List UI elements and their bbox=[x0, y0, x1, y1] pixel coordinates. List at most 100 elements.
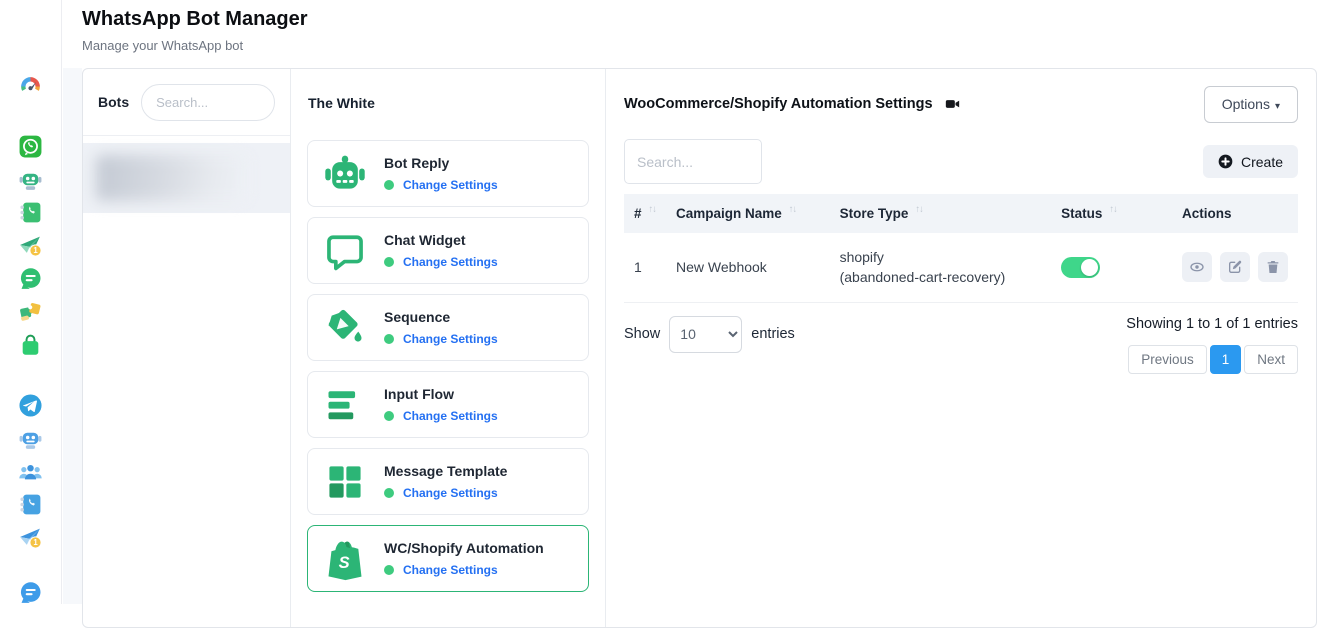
view-icon bbox=[1189, 259, 1205, 275]
menu-item-label: Bot Reply bbox=[384, 155, 498, 171]
show-label: Show bbox=[624, 326, 660, 342]
change-settings-link[interactable]: Change Settings bbox=[403, 563, 498, 577]
team-icon-blue[interactable] bbox=[18, 459, 43, 484]
automation-title-wrap: WooCommerce/Shopify Automation Settings bbox=[624, 96, 962, 112]
menu-item-wc-shopify-automation[interactable]: S WC/Shopify Automation Change Settings bbox=[307, 525, 589, 592]
shop-bag-icon-green[interactable] bbox=[18, 332, 43, 357]
change-settings-link[interactable]: Change Settings bbox=[403, 409, 498, 423]
menu-item-label: WC/Shopify Automation bbox=[384, 540, 544, 556]
row-index: 1 bbox=[624, 233, 666, 302]
store-type-cell: shopify(abandoned-cart-recovery) bbox=[830, 233, 1052, 302]
column-header-campaign-name[interactable]: Campaign Name↑↓ bbox=[666, 194, 830, 233]
status-toggle[interactable] bbox=[1061, 257, 1100, 278]
menu-item-input-flow[interactable]: Input Flow Change Settings bbox=[307, 371, 589, 438]
create-button[interactable]: Create bbox=[1203, 145, 1298, 178]
menu-item-status: Change Settings bbox=[384, 409, 498, 423]
change-settings-link[interactable]: Change Settings bbox=[403, 486, 498, 500]
menu-item-message-template[interactable]: Message TemplateChange Settings bbox=[307, 448, 589, 515]
telegram-icon[interactable] bbox=[18, 393, 43, 418]
bot-menu-list: Bot Reply Change Settings Chat Widget Chang… bbox=[291, 136, 605, 608]
menu-item-chat-widget[interactable]: Chat Widget Change Settings bbox=[307, 217, 589, 284]
column-header-store-type[interactable]: Store Type↑↓ bbox=[830, 194, 1052, 233]
previous-page-button[interactable]: Previous bbox=[1128, 345, 1207, 374]
table-footer: Show 10 entries Showing 1 to 1 of 1 entr… bbox=[624, 316, 1298, 374]
campaign-name-cell: New Webhook bbox=[666, 233, 830, 302]
bots-column: Bots bbox=[83, 69, 291, 627]
dashboard-gauge-icon[interactable] bbox=[18, 73, 43, 98]
change-settings-link[interactable]: Change Settings bbox=[403, 255, 498, 269]
entries-label: entries bbox=[751, 326, 795, 342]
whatsapp-icon[interactable] bbox=[18, 134, 43, 159]
chevron-down-icon: ▾ bbox=[1275, 101, 1280, 112]
app-icon-sidebar: 11 bbox=[0, 0, 62, 604]
input-flow-icon bbox=[323, 383, 367, 427]
contacts-book-icon-blue[interactable] bbox=[18, 492, 43, 517]
automation-settings-pane: WooCommerce/Shopify Automation Settings … bbox=[606, 69, 1316, 627]
bot-icon-green[interactable] bbox=[18, 167, 43, 192]
broadcast-sender-icon-green[interactable]: 1 bbox=[18, 233, 43, 258]
broadcast-sender-icon-blue[interactable]: 1 bbox=[18, 525, 43, 550]
automation-header: WooCommerce/Shopify Automation Settings … bbox=[624, 85, 1298, 123]
status-cell bbox=[1051, 233, 1172, 302]
sort-arrows-icon: ↑↓ bbox=[649, 204, 657, 215]
options-button[interactable]: Options▾ bbox=[1204, 86, 1298, 123]
status-dot-icon bbox=[384, 411, 394, 421]
table-row: 1New Webhookshopify(abandoned-cart-recov… bbox=[624, 233, 1298, 302]
bot-list-item[interactable] bbox=[83, 143, 290, 213]
bot-menu-column: The White Bot ReplyChange SettingsChat W… bbox=[291, 69, 606, 627]
sort-arrows-icon: ↑↓ bbox=[915, 204, 923, 215]
bot-manager-panel: Bots The White Bot ReplyChange SettingsC… bbox=[82, 68, 1317, 628]
menu-item-label: Input Flow bbox=[384, 386, 498, 402]
edit-button[interactable] bbox=[1220, 252, 1250, 282]
svg-text:1: 1 bbox=[33, 538, 38, 547]
column-header-index[interactable]: #↑↓ bbox=[624, 194, 666, 233]
bots-label: Bots bbox=[98, 94, 129, 110]
menu-item-label: Sequence bbox=[384, 309, 498, 325]
page-size-select[interactable]: 10 bbox=[669, 316, 742, 353]
status-dot-icon bbox=[384, 334, 394, 344]
next-page-button[interactable]: Next bbox=[1244, 345, 1298, 374]
chat-widget-icon bbox=[323, 229, 367, 273]
menu-item-status: Change Settings bbox=[384, 332, 498, 346]
menu-item-status: Change Settings bbox=[384, 255, 498, 269]
page-header: WhatsApp Bot Manager Manage your WhatsAp… bbox=[82, 0, 308, 68]
menu-item-status: Change Settings bbox=[384, 178, 498, 192]
change-settings-link[interactable]: Change Settings bbox=[403, 178, 498, 192]
menu-item-status: Change Settings bbox=[384, 563, 544, 577]
table-search-input[interactable] bbox=[624, 139, 762, 184]
sort-arrows-icon: ↑↓ bbox=[1109, 204, 1117, 215]
bot-name-redacted bbox=[96, 155, 248, 201]
actions-cell bbox=[1172, 233, 1298, 302]
page-subtitle: Manage your WhatsApp bot bbox=[82, 38, 308, 53]
contacts-book-icon-green[interactable] bbox=[18, 200, 43, 225]
column-header-status[interactable]: Status↑↓ bbox=[1051, 194, 1172, 233]
menu-item-label: Chat Widget bbox=[384, 232, 498, 248]
menu-item-bot-reply[interactable]: Bot Reply Change Settings bbox=[307, 140, 589, 207]
bot-reply-icon bbox=[323, 152, 367, 196]
chat-bubble-icon-green[interactable] bbox=[18, 266, 43, 291]
integration-puzzle-icon[interactable] bbox=[18, 299, 43, 324]
current-page-button[interactable]: 1 bbox=[1210, 345, 1242, 374]
page-size-control: Show 10 entries bbox=[624, 316, 795, 353]
status-dot-icon bbox=[384, 488, 394, 498]
bot-icon-blue[interactable] bbox=[18, 426, 43, 451]
menu-item-sequence[interactable]: Sequence Change Settings bbox=[307, 294, 589, 361]
view-button[interactable] bbox=[1182, 252, 1212, 282]
message-template-icon bbox=[323, 460, 367, 504]
delete-icon bbox=[1265, 259, 1281, 275]
status-dot-icon bbox=[384, 565, 394, 575]
delete-button[interactable] bbox=[1258, 252, 1288, 282]
change-settings-link[interactable]: Change Settings bbox=[403, 332, 498, 346]
sequence-paint-icon bbox=[323, 306, 367, 350]
table-toolbar: Create bbox=[624, 139, 1298, 184]
panel-gutter bbox=[63, 68, 82, 604]
shopify-automation-icon: S bbox=[323, 537, 367, 581]
svg-text:1: 1 bbox=[33, 246, 38, 255]
status-dot-icon bbox=[384, 257, 394, 267]
chat-bubble-icon-blue[interactable] bbox=[18, 580, 43, 605]
sort-arrows-icon: ↑↓ bbox=[789, 204, 797, 215]
column-header-actions: Actions bbox=[1172, 194, 1298, 233]
bots-header: Bots bbox=[83, 69, 290, 136]
bots-search-input[interactable] bbox=[141, 84, 275, 121]
video-camera-icon bbox=[943, 96, 962, 112]
